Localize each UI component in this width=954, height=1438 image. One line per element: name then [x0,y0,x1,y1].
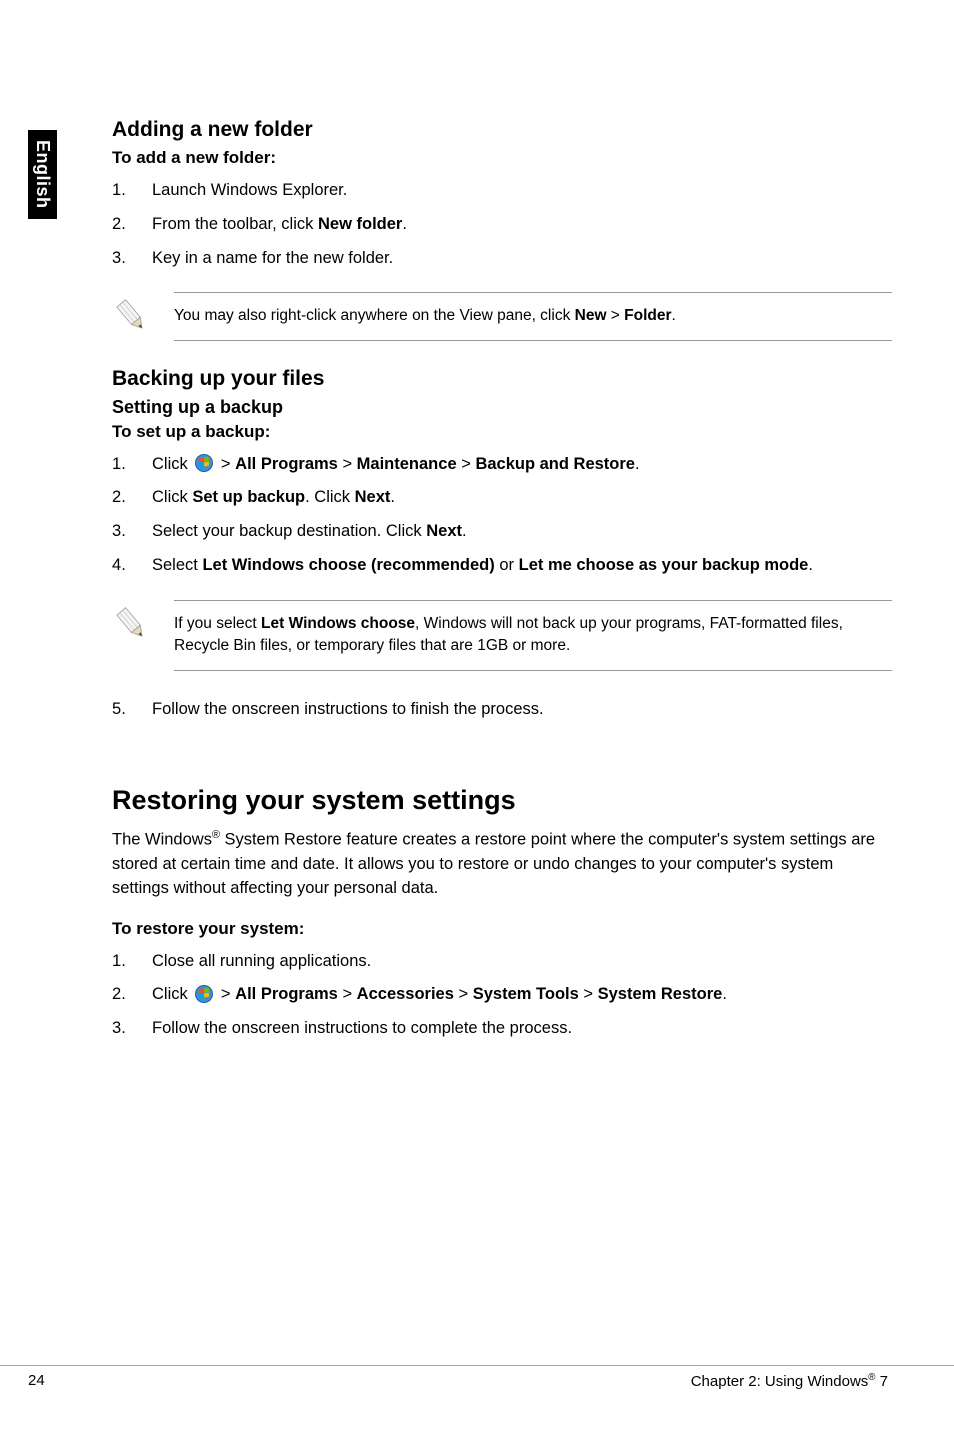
note-box: If you select Let Windows choose, Window… [112,600,892,671]
restoring-body: The Windows® System Restore feature crea… [112,828,892,900]
list-item: Click Set up backup. Click Next. [112,485,892,510]
list-item: Close all running applications. [112,949,892,974]
subheading-restore: To restore your system: [112,919,892,939]
chapter-label: Chapter 2: Using Windows® 7 [691,1372,888,1390]
list-item: From the toolbar, click New folder. [112,212,892,237]
subheading-setting-backup: Setting up a backup [112,397,892,418]
pencil-note-icon [112,604,150,642]
list-item: Key in a name for the new folder. [112,246,892,271]
heading-backing: Backing up your files [112,367,892,391]
list-item: Follow the onscreen instructions to fini… [112,697,892,722]
language-tab: English [28,130,57,219]
list-item: Select your backup destination. Click Ne… [112,519,892,544]
windows-start-icon [194,454,214,472]
list-item: Follow the onscreen instructions to comp… [112,1016,892,1041]
note-box: You may also right-click anywhere on the… [112,292,892,340]
list-item: Click > All Programs > Accessories > Sys… [112,982,892,1007]
subheading-add-folder: To add a new folder: [112,148,892,168]
heading-adding: Adding a new folder [112,118,892,142]
list-add-folder: Launch Windows Explorer. From the toolba… [112,178,892,270]
heading-restoring: Restoring your system settings [112,785,892,816]
list-item: Select Let Windows choose (recommended) … [112,553,892,578]
windows-start-icon [194,985,214,1003]
note-text: If you select Let Windows choose, Window… [174,600,892,671]
subheading-to-setup: To set up a backup: [112,422,892,442]
list-backup: Click > All Programs > Maintenance > Bac… [112,452,892,578]
pencil-note-icon [112,296,150,334]
page-number: 24 [28,1372,45,1390]
list-backup-cont: Follow the onscreen instructions to fini… [112,697,892,722]
page-footer: 24 Chapter 2: Using Windows® 7 [0,1365,954,1390]
main-content: Adding a new folder To add a new folder:… [112,118,892,1055]
list-item: Click > All Programs > Maintenance > Bac… [112,452,892,477]
note-text: You may also right-click anywhere on the… [174,292,892,340]
list-item: Launch Windows Explorer. [112,178,892,203]
list-restore: Close all running applications. Click > … [112,949,892,1041]
